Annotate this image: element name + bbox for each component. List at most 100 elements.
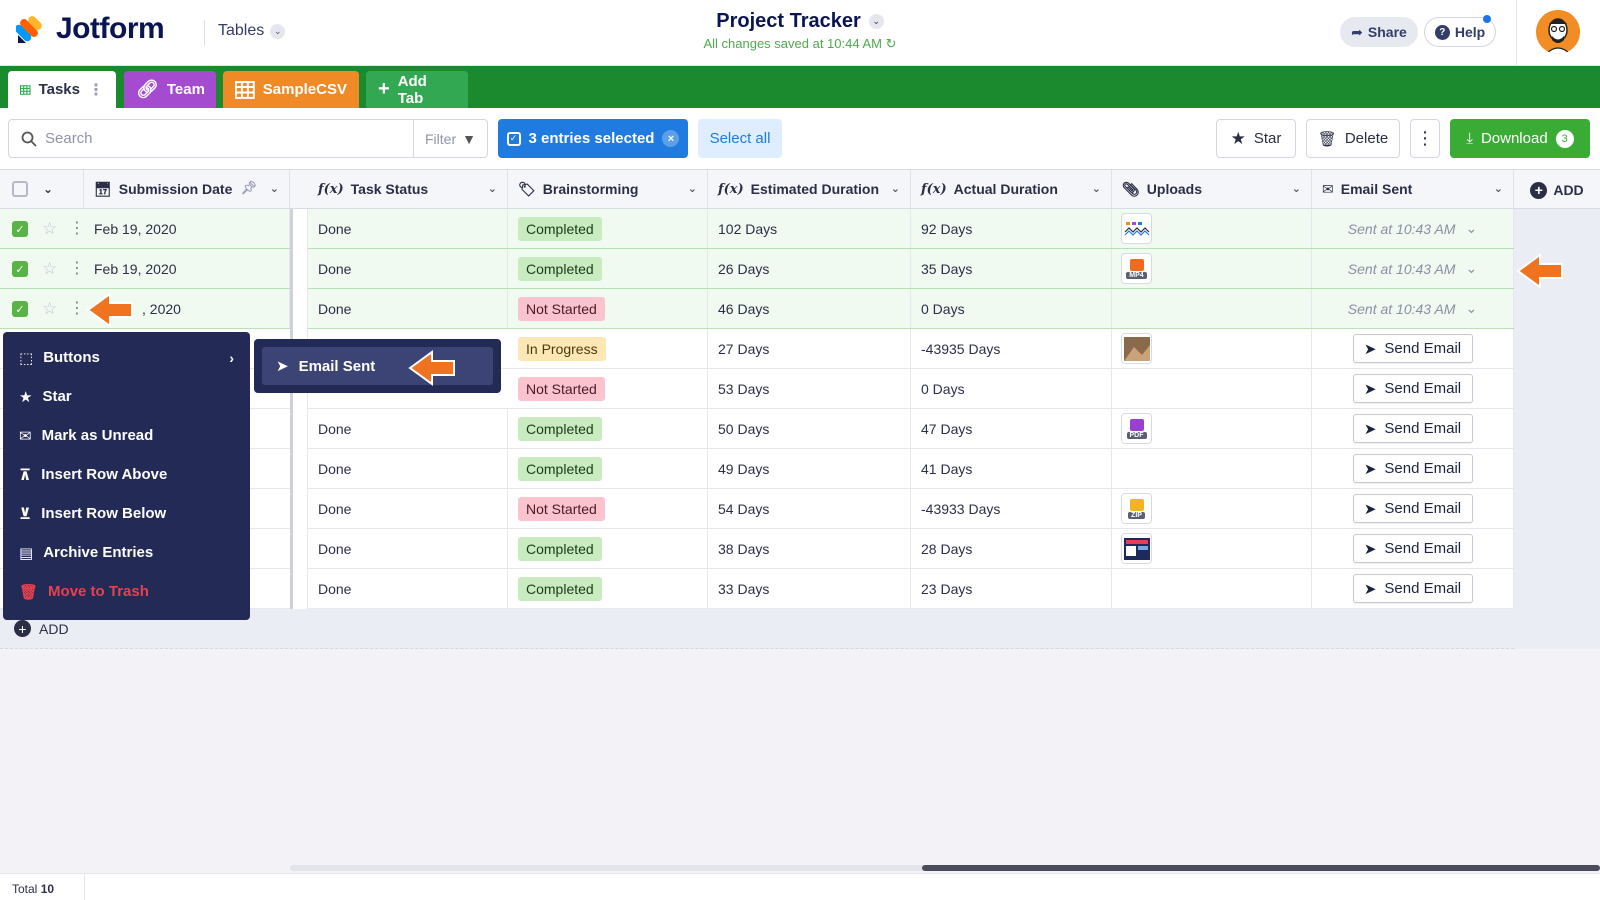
tab-samplecsv[interactable]: SampleCSV bbox=[223, 71, 359, 108]
chevron-down-icon[interactable]: ⌄ bbox=[1292, 182, 1301, 195]
send-email-button[interactable]: ➤ Send Email bbox=[1352, 574, 1473, 603]
star-button[interactable]: ★ Star bbox=[1216, 119, 1296, 158]
cell-estimated-duration[interactable]: 26 Days bbox=[708, 249, 911, 288]
cell-email-sent[interactable]: ➤ Send Email bbox=[1312, 409, 1514, 448]
chevron-down-icon[interactable]: ⌄ bbox=[270, 182, 279, 195]
submenu-item-email-sent[interactable]: ➤ Email Sent bbox=[262, 347, 493, 385]
menu-item-archive-entries[interactable]: ▤ Archive Entries bbox=[3, 533, 250, 572]
cell-task-status[interactable]: Done bbox=[308, 209, 508, 248]
star-outline-icon[interactable]: ☆ bbox=[42, 259, 57, 279]
row-checkbox[interactable]: ✓ bbox=[12, 221, 28, 237]
select-all-checkbox-header[interactable]: ⌄ bbox=[0, 170, 84, 208]
add-row-button[interactable]: + ADD bbox=[14, 620, 69, 637]
star-outline-icon[interactable]: ☆ bbox=[42, 219, 57, 239]
kebab-menu-icon[interactable]: ⋮ bbox=[88, 80, 104, 100]
chevron-down-icon[interactable]: ⌄ bbox=[43, 182, 53, 196]
cell-estimated-duration[interactable]: 53 Days bbox=[708, 369, 911, 408]
close-icon[interactable]: × bbox=[662, 130, 680, 147]
cell-task-status[interactable]: Done bbox=[308, 409, 508, 448]
cell-actual-duration[interactable]: 41 Days bbox=[911, 449, 1112, 488]
select-all-button[interactable]: Select all bbox=[698, 119, 782, 158]
cell-uploads[interactable] bbox=[1112, 289, 1312, 328]
row-checkbox[interactable]: ✓ bbox=[12, 301, 28, 317]
cell-brainstorming[interactable]: Completed bbox=[508, 409, 708, 448]
tables-nav[interactable]: Tables ⌄ bbox=[218, 22, 286, 40]
cell-actual-duration[interactable]: 0 Days bbox=[911, 369, 1112, 408]
cell-email-sent[interactable]: Sent at 10:43 AM ⌄ bbox=[1312, 289, 1514, 328]
cell-estimated-duration[interactable]: 27 Days bbox=[708, 329, 911, 368]
scrollbar-thumb[interactable] bbox=[922, 865, 1600, 871]
tab-team[interactable]: 🔗︎ Team bbox=[124, 71, 216, 108]
cell-email-sent[interactable]: ➤ Send Email bbox=[1312, 369, 1514, 408]
download-button[interactable]: ⤓ Download 3 bbox=[1450, 119, 1590, 158]
more-options-button[interactable]: ⋮ bbox=[1410, 119, 1440, 158]
entries-selected-chip[interactable]: ✓ 3 entries selected × bbox=[498, 119, 688, 158]
table-row[interactable]: ✓ ☆ ⋮ Feb 19, 2020 Done Completed 102 Da… bbox=[0, 209, 1514, 249]
cell-uploads[interactable] bbox=[1112, 329, 1312, 368]
avatar[interactable] bbox=[1536, 10, 1580, 54]
cell-actual-duration[interactable]: 28 Days bbox=[911, 529, 1112, 568]
row-kebab-menu-icon[interactable]: ⋮ bbox=[69, 218, 85, 238]
send-email-button[interactable]: ➤ Send Email bbox=[1352, 334, 1473, 363]
column-header-actual-duration[interactable]: f(x) Actual Duration ⌄ bbox=[911, 170, 1112, 208]
cell-brainstorming[interactable]: Not Started bbox=[508, 289, 708, 328]
help-button[interactable]: ? Help bbox=[1424, 15, 1496, 47]
cell-actual-duration[interactable]: -43935 Days bbox=[911, 329, 1112, 368]
cell-email-sent[interactable]: ➤ Send Email bbox=[1312, 489, 1514, 528]
checkbox-icon[interactable] bbox=[12, 181, 28, 197]
cell-task-status[interactable]: Done bbox=[308, 249, 508, 288]
menu-item-mark-as-unread[interactable]: ✉ Mark as Unread bbox=[3, 416, 250, 455]
cell-email-sent[interactable]: ➤ Send Email bbox=[1312, 449, 1514, 488]
cell-estimated-duration[interactable]: 54 Days bbox=[708, 489, 911, 528]
horizontal-scrollbar[interactable] bbox=[290, 865, 1600, 871]
cell-email-sent[interactable]: ➤ Send Email bbox=[1312, 529, 1514, 568]
cell-email-sent[interactable]: ➤ Send Email bbox=[1312, 329, 1514, 368]
cell-estimated-duration[interactable]: 38 Days bbox=[708, 529, 911, 568]
cell-actual-duration[interactable]: 47 Days bbox=[911, 409, 1112, 448]
cell-actual-duration[interactable]: 35 Days bbox=[911, 249, 1112, 288]
cell-actual-duration[interactable]: 0 Days bbox=[911, 289, 1112, 328]
pin-icon[interactable]: 📌︎ bbox=[240, 180, 257, 196]
cell-brainstorming[interactable]: Not Started bbox=[508, 489, 708, 528]
email-sent-status[interactable]: Sent at 10:43 AM ⌄ bbox=[1348, 220, 1477, 237]
menu-item-move-to-trash[interactable]: 🗑︎ Move to Trash bbox=[3, 572, 250, 611]
cell-uploads[interactable] bbox=[1112, 569, 1312, 608]
chevron-down-icon[interactable]: ⌄ bbox=[1092, 182, 1101, 195]
image-thumbnail-icon[interactable] bbox=[1121, 213, 1152, 244]
screenshot-thumbnail-icon[interactable] bbox=[1121, 533, 1152, 564]
add-tab-button[interactable]: + Add Tab bbox=[366, 71, 468, 108]
table-row[interactable]: ✓ ☆ ⋮ , 2020 Done Not Started 46 Days 0 … bbox=[0, 289, 1514, 329]
pdf-file-icon[interactable]: PDF bbox=[1121, 413, 1152, 444]
row-kebab-menu-icon[interactable]: ⋮ bbox=[69, 258, 85, 278]
photo-thumbnail-icon[interactable] bbox=[1121, 333, 1152, 364]
cell-task-status[interactable]: Done bbox=[308, 529, 508, 568]
chevron-down-icon[interactable]: ⌄ bbox=[1494, 182, 1503, 195]
column-header-uploads[interactable]: 📎︎ Uploads ⌄ bbox=[1112, 170, 1312, 208]
cell-brainstorming[interactable]: Completed bbox=[508, 249, 708, 288]
send-email-button[interactable]: ➤ Send Email bbox=[1352, 534, 1473, 563]
cell-actual-duration[interactable]: 92 Days bbox=[911, 209, 1112, 248]
cell-uploads[interactable]: PDF bbox=[1112, 409, 1312, 448]
cell-uploads[interactable] bbox=[1112, 369, 1312, 408]
jotform-logo[interactable]: Jotform bbox=[16, 12, 165, 46]
star-outline-icon[interactable]: ☆ bbox=[42, 299, 57, 319]
email-sent-status[interactable]: Sent at 10:43 AM ⌄ bbox=[1348, 260, 1477, 277]
cell-email-sent[interactable]: Sent at 10:43 AM ⌄ bbox=[1312, 209, 1514, 248]
chevron-down-icon[interactable]: ⌄ bbox=[688, 182, 697, 195]
menu-item-insert-row-below[interactable]: ⊻ Insert Row Below bbox=[3, 494, 250, 533]
cell-task-status[interactable]: Done bbox=[308, 289, 508, 328]
menu-item-insert-row-above[interactable]: ⊼ Insert Row Above bbox=[3, 455, 250, 494]
cell-actual-duration[interactable]: 23 Days bbox=[911, 569, 1112, 608]
cell-estimated-duration[interactable]: 33 Days bbox=[708, 569, 911, 608]
filter-button[interactable]: Filter ▼ bbox=[414, 119, 488, 158]
column-header-estimated-duration[interactable]: f(x) Estimated Duration ⌄ bbox=[708, 170, 911, 208]
add-column-button[interactable]: + ADD bbox=[1514, 170, 1600, 210]
cell-task-status[interactable]: Done bbox=[308, 449, 508, 488]
row-checkbox[interactable]: ✓ bbox=[12, 261, 28, 277]
zip-file-icon[interactable]: ZIP bbox=[1121, 493, 1152, 524]
cell-brainstorming[interactable]: Completed bbox=[508, 209, 708, 248]
project-title[interactable]: Project Tracker ⌄ bbox=[716, 10, 884, 33]
chevron-down-icon[interactable]: ⌄ bbox=[488, 182, 497, 195]
cell-email-sent[interactable]: Sent at 10:43 AM ⌄ bbox=[1312, 249, 1514, 288]
cell-brainstorming[interactable]: Completed bbox=[508, 569, 708, 608]
